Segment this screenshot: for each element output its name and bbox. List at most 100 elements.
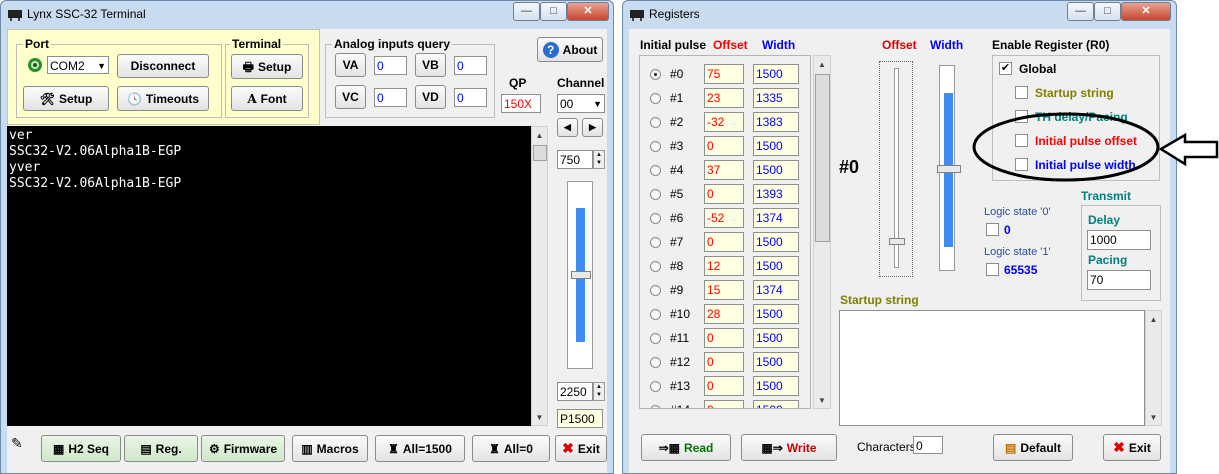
reg-button[interactable]: ▤ Reg.: [124, 435, 198, 462]
scroll-thumb[interactable]: [533, 145, 547, 161]
register-radio[interactable]: [650, 69, 661, 80]
prev-channel-button[interactable]: ◀: [557, 118, 578, 137]
registers-exit-button[interactable]: ✖ Exit: [1103, 434, 1161, 461]
vb-button[interactable]: VB: [415, 53, 446, 77]
pacing-field[interactable]: 70: [1087, 270, 1151, 290]
scroll-down-icon[interactable]: ▼: [814, 392, 830, 408]
upper-limit-spinner[interactable]: ▲ ▼: [593, 150, 605, 169]
va-button[interactable]: VA: [335, 53, 366, 77]
exit-button[interactable]: ✖ Exit: [555, 435, 607, 462]
width-field[interactable]: 1500: [753, 352, 799, 372]
width-field[interactable]: 1393: [753, 184, 799, 204]
width-field[interactable]: 1500: [753, 304, 799, 324]
register-radio[interactable]: [650, 285, 661, 296]
width-field[interactable]: 1374: [753, 280, 799, 300]
delay-field[interactable]: 1000: [1087, 230, 1151, 250]
offset-field[interactable]: 0: [704, 232, 744, 252]
offset-field[interactable]: 37: [704, 160, 744, 180]
offset-field[interactable]: 0: [704, 328, 744, 348]
close-button[interactable]: ✕: [567, 2, 609, 21]
width-field[interactable]: 1374: [753, 208, 799, 228]
offset-field[interactable]: 15: [704, 280, 744, 300]
offset-slider-thumb[interactable]: [889, 238, 905, 245]
edit-icon[interactable]: ✎: [11, 435, 23, 452]
logic-1-checkbox[interactable]: [986, 263, 999, 276]
offset-slider[interactable]: [879, 61, 913, 277]
all-1500-button[interactable]: ♜ All=1500: [375, 435, 465, 462]
port-setup-button[interactable]: 🛠 Setup: [23, 86, 109, 111]
offset-field[interactable]: 75: [704, 64, 744, 84]
startup-scrollbar[interactable]: ▲ ▼: [1145, 310, 1162, 426]
register-radio[interactable]: [650, 333, 661, 344]
width-slider-thumb[interactable]: [937, 165, 961, 173]
offset-field[interactable]: 12: [704, 256, 744, 276]
macros-button[interactable]: ▥ Macros: [292, 435, 368, 462]
position-slider[interactable]: [567, 181, 593, 369]
register-radio[interactable]: [650, 213, 661, 224]
width-slider[interactable]: [930, 61, 964, 277]
vd-button[interactable]: VD: [415, 85, 446, 109]
next-channel-button[interactable]: ▶: [582, 118, 603, 137]
offset-field[interactable]: 0: [704, 376, 744, 396]
default-button[interactable]: ▤ Default: [993, 434, 1073, 461]
scroll-up-icon[interactable]: ▲: [814, 56, 830, 72]
width-field[interactable]: 1500: [753, 232, 799, 252]
about-button[interactable]: ? About: [537, 37, 603, 62]
width-field[interactable]: 1500: [753, 136, 799, 156]
lower-limit-spinner[interactable]: ▲ ▼: [593, 382, 605, 401]
register-radio[interactable]: [650, 165, 661, 176]
lower-limit-field[interactable]: 2250: [557, 382, 593, 401]
width-field[interactable]: 1500: [753, 328, 799, 348]
register-radio[interactable]: [650, 405, 661, 408]
width-field[interactable]: 1500: [753, 376, 799, 396]
offset-field[interactable]: 28: [704, 304, 744, 324]
width-field[interactable]: 1500: [753, 64, 799, 84]
minimize-button[interactable]: —: [513, 2, 540, 21]
terminal-setup-button[interactable]: 🖶 Setup: [231, 54, 303, 79]
register-radio[interactable]: [650, 381, 661, 392]
disconnect-button[interactable]: Disconnect: [117, 54, 209, 78]
register-radio[interactable]: [650, 357, 661, 368]
write-button[interactable]: ▦⇒ Write: [741, 434, 837, 461]
all-0-button[interactable]: ♜ All=0: [472, 435, 550, 462]
register-list-scrollbar[interactable]: ▲ ▼: [813, 55, 831, 409]
width-field[interactable]: 1500: [753, 256, 799, 276]
scroll-up-icon[interactable]: ▲: [532, 127, 547, 143]
maximize-button[interactable]: □: [1094, 2, 1121, 21]
scroll-down-icon[interactable]: ▼: [532, 409, 547, 425]
firmware-button[interactable]: ⚙ Firmware: [201, 435, 285, 462]
logic-0-checkbox[interactable]: [986, 223, 999, 236]
register-radio[interactable]: [650, 93, 661, 104]
timeouts-button[interactable]: 🕓 Timeouts: [117, 86, 209, 111]
read-button[interactable]: ⇒▦ Read: [641, 434, 731, 461]
width-field[interactable]: 1383: [753, 112, 799, 132]
minimize-button[interactable]: —: [1067, 2, 1094, 21]
register-radio[interactable]: [650, 309, 661, 320]
register-radio[interactable]: [650, 237, 661, 248]
width-field[interactable]: 1500: [753, 400, 799, 408]
register-radio[interactable]: [650, 141, 661, 152]
width-field[interactable]: 1500: [753, 160, 799, 180]
offset-field[interactable]: 0: [704, 400, 744, 408]
maximize-button[interactable]: □: [540, 2, 567, 21]
upper-limit-field[interactable]: 750: [557, 150, 593, 169]
startup-string-textarea[interactable]: [839, 310, 1145, 426]
global-checkbox[interactable]: ✔: [999, 62, 1012, 75]
offset-field[interactable]: -52: [704, 208, 744, 228]
scroll-thumb[interactable]: [815, 74, 830, 242]
offset-field[interactable]: 23: [704, 88, 744, 108]
com-port-select[interactable]: COM2 ▼: [47, 56, 109, 74]
font-button[interactable]: A Font: [231, 86, 303, 111]
channel-select[interactable]: 00 ▼: [557, 94, 605, 113]
startup-string-checkbox[interactable]: [1015, 86, 1028, 99]
offset-field[interactable]: 0: [704, 184, 744, 204]
close-button[interactable]: ✕: [1121, 2, 1171, 21]
offset-field[interactable]: 0: [704, 136, 744, 156]
offset-field[interactable]: 0: [704, 352, 744, 372]
register-radio[interactable]: [650, 117, 661, 128]
scroll-up-icon[interactable]: ▲: [1146, 311, 1161, 327]
terminal-scrollbar[interactable]: ▲ ▼: [531, 126, 548, 426]
terminal-output[interactable]: ver SSC32-V2.06Alpha1B-EGP yver SSC32-V2…: [7, 126, 531, 426]
register-radio[interactable]: [650, 261, 661, 272]
scroll-down-icon[interactable]: ▼: [1146, 409, 1161, 425]
